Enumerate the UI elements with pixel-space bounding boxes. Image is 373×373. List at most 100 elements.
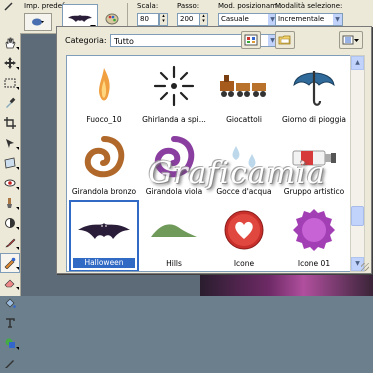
eraser-tool[interactable]: [0, 273, 20, 293]
move-tool[interactable]: [0, 133, 20, 153]
placement-select[interactable]: Casuale ▼: [218, 13, 278, 26]
selection-mode-value: Incrementale: [278, 15, 325, 23]
tube-name: Icone 01: [297, 259, 331, 268]
crop-icon: [4, 117, 16, 129]
eye-icon: [4, 179, 16, 187]
chevron-down-icon: ▼: [333, 14, 342, 25]
picker-header: Categoria: Tutto ▼: [57, 27, 371, 53]
hills-icon: [144, 202, 204, 258]
bronze-swirl-icon: [74, 130, 134, 186]
crop-tool[interactable]: [0, 113, 20, 133]
resource-grid-icon: [244, 34, 258, 46]
folder-icon: [278, 35, 291, 45]
list-item[interactable]: Gruppo artistico: [279, 128, 349, 200]
scale-spinner[interactable]: ▴ ▾: [159, 13, 168, 26]
pen-tool[interactable]: [0, 353, 20, 373]
resource-manager-button[interactable]: [241, 31, 261, 49]
step-input[interactable]: 200: [177, 13, 200, 26]
deform-tool[interactable]: [0, 153, 20, 173]
scroll-thumb[interactable]: [351, 206, 364, 226]
bat-icon: [74, 202, 134, 258]
hand-icon: [5, 37, 16, 49]
tube-name: Giocattoli: [226, 115, 262, 124]
spiral-garland-icon: [144, 58, 204, 114]
umbrella-icon: [284, 58, 344, 114]
pan-tool[interactable]: [0, 33, 20, 53]
tube-thumbnail-grid[interactable]: Fuoco_10 Ghirlanda a spi... Giocattoli G…: [66, 55, 351, 272]
shape-icon: [5, 338, 15, 348]
selection-mode-select[interactable]: Incrementale ▼: [275, 13, 343, 26]
heart-button-icon: [214, 202, 274, 258]
list-item[interactable]: Girandola bronzo: [69, 128, 139, 200]
view-menu-icon: [342, 35, 359, 45]
eraser-icon: [4, 279, 15, 288]
pen-icon: [5, 360, 14, 368]
palette-icon: [105, 13, 119, 25]
category-label: Categoria:: [65, 36, 107, 45]
tube-name: Icone: [233, 259, 255, 268]
preset-icon: [32, 18, 44, 26]
tube-settings-button[interactable]: [104, 11, 120, 27]
scroll-up-icon[interactable]: ▲: [351, 56, 364, 70]
tube-name: Giorno di pioggia: [281, 115, 347, 124]
list-item-selected[interactable]: Halloween: [69, 200, 139, 271]
fill-tool[interactable]: [0, 293, 20, 313]
selection-mode-label: Modalità selezione:: [275, 2, 343, 10]
move-icon: [6, 139, 14, 148]
list-item[interactable]: Icone: [209, 200, 279, 271]
preset-shape-tool[interactable]: [0, 333, 20, 353]
pick-tool[interactable]: [0, 53, 20, 73]
category-value: Tutto: [114, 37, 134, 46]
list-item[interactable]: Fuoco_10: [69, 56, 139, 128]
vertical-scrollbar[interactable]: ▲ ▼: [350, 55, 365, 272]
eyedropper-icon: [6, 97, 16, 108]
tube-name: Ghirlanda a spi...: [142, 115, 206, 124]
redeye-tool[interactable]: [0, 173, 20, 193]
list-item[interactable]: Hills: [139, 200, 209, 271]
list-item[interactable]: Giocattoli: [209, 56, 279, 128]
tube-name: Hills: [166, 259, 182, 268]
selection-tool[interactable]: [0, 73, 20, 93]
resize-grip-icon[interactable]: [361, 263, 369, 271]
paint-bucket-icon: [5, 298, 16, 308]
view-options-button[interactable]: [339, 31, 363, 49]
flame-icon: [74, 58, 134, 114]
picture-tube-picker: Categoria: Tutto ▼ Fuoco_10 Ghirlanda a …: [56, 26, 372, 274]
paint-brush-tool[interactable]: [0, 233, 20, 253]
text-icon: [6, 318, 15, 328]
preset-dropdown[interactable]: [24, 13, 52, 31]
tube-name: Girandola viola: [145, 187, 203, 196]
tools-palette: [0, 33, 21, 368]
step-spinner[interactable]: ▴ ▾: [199, 13, 208, 26]
list-item[interactable]: Ghirlanda a spi...: [139, 56, 209, 128]
picture-tube-tool[interactable]: [0, 253, 20, 273]
list-item[interactable]: Giorno di pioggia: [279, 56, 349, 128]
text-tool[interactable]: [0, 313, 20, 333]
move-arrows-icon: [4, 57, 16, 69]
purple-badge-icon: [284, 202, 344, 258]
deform-icon: [4, 157, 16, 169]
dropper-tool[interactable]: [0, 93, 20, 113]
water-drops-icon: [214, 130, 274, 186]
preset-label: [4, 2, 13, 11]
list-item[interactable]: Gocce d'acqua: [209, 128, 279, 200]
open-folder-button[interactable]: [275, 31, 295, 49]
tube-name: Girandola bronzo: [71, 187, 137, 196]
lightness-icon: [5, 218, 15, 228]
toy-train-icon: [214, 58, 274, 114]
dodge-tool[interactable]: [0, 213, 20, 233]
clone-tool[interactable]: [0, 193, 20, 213]
violet-swirl-icon: [144, 130, 204, 186]
list-item[interactable]: Girandola viola: [139, 128, 209, 200]
tube-name: Fuoco_10: [86, 115, 122, 124]
clone-brush-icon: [7, 198, 12, 208]
paint-tube-icon: [284, 130, 344, 186]
paintbrush-icon: [5, 238, 16, 248]
scale-label: Scala:: [137, 2, 159, 10]
picture-tube-icon: [4, 257, 16, 269]
scale-input[interactable]: 80: [137, 13, 159, 26]
placement-label: Mod. posizionam.:: [218, 2, 282, 10]
bat-preview-icon: [68, 15, 92, 22]
list-item[interactable]: Icone 01: [279, 200, 349, 271]
tube-name: Halloween: [73, 258, 135, 268]
